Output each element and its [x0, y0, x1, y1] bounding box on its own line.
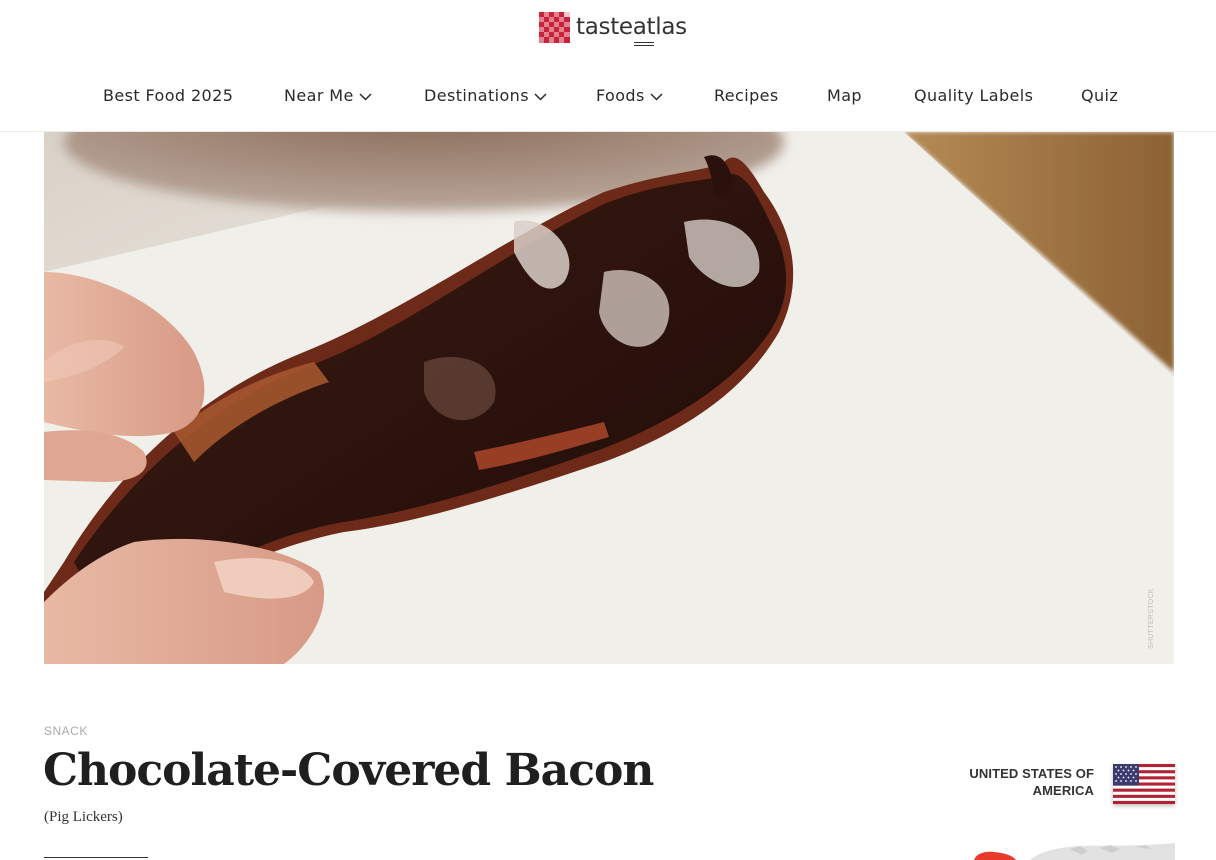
country-name-line-1: UNITED STATES OF — [969, 766, 1094, 781]
title-divider — [44, 857, 148, 858]
nav-item-foods[interactable]: Foods — [596, 86, 663, 105]
nav-item-label: Foods — [596, 86, 645, 105]
nav-item-best-food[interactable]: Best Food 2025 — [103, 86, 233, 105]
main-nav: Best Food 2025 Near Me Destinations Food… — [0, 86, 1216, 110]
nav-item-label: Near Me — [284, 86, 354, 105]
chevron-down-icon — [534, 93, 547, 101]
nav-item-quiz[interactable]: Quiz — [1081, 86, 1118, 105]
nav-item-label: Quiz — [1081, 86, 1119, 105]
country-name-line-2: AMERICA — [1032, 783, 1094, 798]
site-logo[interactable]: tasteatlas — [539, 11, 687, 43]
nav-item-label: Best Food 2025 — [103, 86, 234, 105]
country-link[interactable]: UNITED STATES OF AMERICA — [940, 765, 1094, 799]
nav-item-quality-labels[interactable]: Quality Labels — [914, 86, 1033, 105]
nav-item-label: Quality Labels — [914, 86, 1034, 105]
dish-alt-name: (Pig Lickers) — [44, 809, 123, 825]
hero-image — [44, 132, 1174, 664]
page-title: Chocolate-Covered Bacon — [43, 745, 654, 796]
chevron-down-icon — [650, 93, 663, 101]
chevron-down-icon — [359, 93, 372, 101]
checkered-tablecloth-icon — [539, 11, 570, 43]
chocolate-bacon-photo — [44, 132, 1174, 664]
nav-item-near-me[interactable]: Near Me — [284, 86, 372, 105]
logo-word-taste: taste — [576, 13, 633, 40]
logo-word-at: at — [632, 13, 656, 43]
nav-item-label: Map — [827, 86, 862, 105]
nav-item-label: Recipes — [714, 86, 779, 105]
dish-category[interactable]: SNACK — [44, 724, 88, 738]
logo-word-las: las — [655, 13, 687, 40]
map-preview[interactable] — [970, 843, 1175, 860]
us-flag-icon[interactable] — [1113, 764, 1175, 804]
nav-item-destinations[interactable]: Destinations — [424, 86, 547, 105]
nav-item-recipes[interactable]: Recipes — [714, 86, 779, 105]
nav-item-label: Destinations — [424, 86, 529, 105]
photo-credit: SHUTTERSTOCK — [1148, 588, 1155, 649]
logo-wordmark: tasteatlas — [576, 13, 687, 43]
nav-item-map[interactable]: Map — [827, 86, 862, 105]
